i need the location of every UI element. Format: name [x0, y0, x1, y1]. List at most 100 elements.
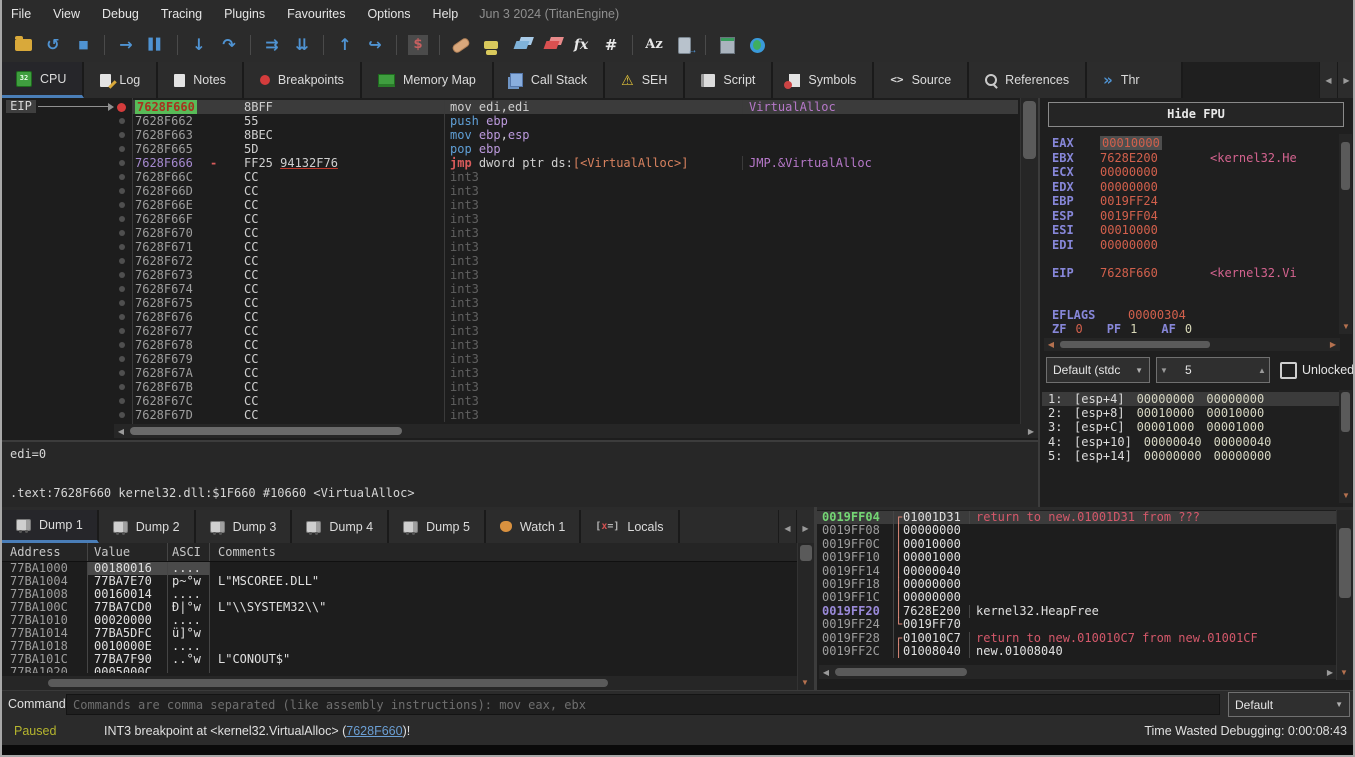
argument-row[interactable]: 5:[esp+14]0000000000000000 [1042, 449, 1340, 463]
open-file-icon[interactable] [8, 28, 38, 62]
disasm-row[interactable]: 7628F67DCCint3 [132, 408, 1018, 422]
register-row[interactable]: EDI00000000 [1052, 238, 1338, 253]
scroll-down-icon[interactable] [798, 676, 812, 689]
tab-locals[interactable]: [x=]Locals [581, 510, 679, 543]
dump-row[interactable]: 77BA100000180016.... [2, 562, 798, 575]
disasm-row[interactable]: 7628F672CCint3 [132, 254, 1018, 268]
stack-row[interactable]: 0019FF2C│01008040new.01008040 [817, 645, 1337, 658]
disasm-row[interactable]: 7628F677CCint3 [132, 324, 1018, 338]
breakpoint-dot[interactable] [119, 370, 125, 376]
scrollbar-thumb[interactable] [1060, 341, 1210, 348]
scroll-right-icon[interactable] [1323, 666, 1337, 679]
tab-scroll-right-button[interactable] [1337, 62, 1355, 98]
tab-log[interactable]: Log [84, 62, 158, 98]
tab-dump-1[interactable]: Dump 1 [2, 510, 99, 543]
menu-item-view[interactable]: View [42, 0, 91, 28]
breakpoint-dot[interactable] [119, 342, 125, 348]
disasm-row[interactable]: 7628F67ACCint3 [132, 366, 1018, 380]
argument-row[interactable]: 1:[esp+4]0000000000000000 [1042, 392, 1340, 406]
disasm-row[interactable]: 7628F676CCint3 [132, 310, 1018, 324]
step-out-icon[interactable]: ↑ [330, 28, 360, 62]
breakpoint-dot[interactable] [119, 384, 125, 390]
disasm-row[interactable]: 7628F674CCint3 [132, 282, 1018, 296]
breakpoint-address-link[interactable]: 7628F660 [346, 724, 402, 738]
menu-item-options[interactable]: Options [356, 0, 421, 28]
breakpoint-dot[interactable] [119, 244, 125, 250]
tab-breakpoints[interactable]: Breakpoints [244, 62, 362, 98]
tab-notes[interactable]: Notes [158, 62, 244, 98]
tab-cpu[interactable]: 32CPU [0, 62, 84, 98]
scrollbar-thumb[interactable] [800, 545, 812, 561]
register-row[interactable]: EIP7628F660<kernel32.Vi [1052, 266, 1338, 281]
argument-count-spinner[interactable]: 5 [1156, 357, 1270, 383]
breakpoint-dot[interactable] [119, 146, 125, 152]
breakpoint-dot[interactable] [119, 188, 125, 194]
register-row[interactable]: ESP0019FF04 [1052, 209, 1338, 224]
flags-row[interactable]: ZF0PF1AF0 [1052, 322, 1338, 337]
scrollbar-thumb[interactable] [1023, 101, 1036, 159]
breakpoint-dot[interactable] [119, 202, 125, 208]
tab-memory-map[interactable]: Memory Map [362, 62, 494, 98]
stack-row[interactable]: 0019FF1C│00000000 [817, 591, 1337, 604]
disasm-row[interactable]: 7628F6638BECmov ebp,esp [132, 128, 1018, 142]
scrollbar-thumb[interactable] [1341, 392, 1350, 432]
disasm-row[interactable]: 7628F66CCCint3 [132, 170, 1018, 184]
breakpoint-dot[interactable] [119, 398, 125, 404]
menu-item-file[interactable]: File [0, 0, 42, 28]
menu-item-favourites[interactable]: Favourites [276, 0, 356, 28]
dump-row[interactable]: 77BA100800160014.... [2, 588, 798, 601]
step-over-icon[interactable]: ↷ [214, 28, 244, 62]
breakpoint-dot[interactable] [119, 286, 125, 292]
case-icon[interactable]: Az [639, 28, 669, 62]
stack-row[interactable]: 0019FF28┌010010C7return to new.010010C7 … [817, 632, 1337, 645]
calling-convention-combo[interactable]: Default (stdc [1046, 357, 1150, 383]
scroll-down-icon[interactable] [1339, 320, 1353, 333]
stack-row[interactable]: 0019FF24└0019FF70 [817, 618, 1337, 631]
calculator-icon[interactable] [712, 28, 742, 62]
breakpoint-dot[interactable] [119, 258, 125, 264]
disasm-row[interactable]: 7628F67BCCint3 [132, 380, 1018, 394]
dump-horizontal-scrollbar[interactable] [2, 676, 798, 690]
register-row[interactable]: ECX00000000 [1052, 165, 1338, 180]
restart-icon[interactable]: ↺ [38, 28, 68, 62]
stack-vertical-scrollbar[interactable] [1336, 510, 1353, 680]
register-row[interactable]: EBX7628E200<kernel32.He [1052, 151, 1338, 166]
disasm-row[interactable]: 7628F6655Dpop ebp [132, 142, 1018, 156]
scroll-left-icon[interactable] [1044, 338, 1058, 351]
tab-dump-4[interactable]: Dump 4 [292, 510, 389, 543]
spin-up-icon[interactable] [1255, 364, 1269, 377]
dump-row[interactable]: 77BA101477BA5DFCü]°w [2, 627, 798, 640]
patches-icon[interactable] [446, 28, 476, 62]
breakpoint-dot[interactable] [119, 314, 125, 320]
menu-item-help[interactable]: Help [422, 0, 470, 28]
register-row[interactable]: EAX00010000 [1052, 136, 1338, 151]
scrollbar-thumb[interactable] [1341, 142, 1350, 190]
globe-icon[interactable] [742, 28, 772, 62]
disasm-row[interactable]: 7628F675CCint3 [132, 296, 1018, 310]
disasm-vertical-scrollbar[interactable] [1020, 98, 1038, 424]
breakpoint-dot[interactable] [119, 300, 125, 306]
scroll-left-icon[interactable] [819, 666, 833, 679]
breakpoint-dot[interactable] [119, 328, 125, 334]
disassembly-panel[interactable]: EIP 7628F6608BFFmov edi,ediVirtualAlloc7… [2, 98, 1038, 507]
disasm-row[interactable]: 7628F666-FF25 94132F76jmp dword ptr ds:[… [132, 156, 1018, 170]
tab-script[interactable]: Script [685, 62, 773, 98]
column-header[interactable]: Address [2, 543, 88, 561]
disasm-horizontal-scrollbar[interactable] [114, 424, 1038, 438]
run-icon[interactable]: → [111, 28, 141, 62]
argument-row[interactable]: 3:[esp+C]0000100000001000 [1042, 420, 1340, 434]
animate-into-icon[interactable]: ⇉ [257, 28, 287, 62]
tab-dump-3[interactable]: Dump 3 [196, 510, 293, 543]
scroll-left-icon[interactable] [114, 425, 128, 438]
bookmarks-icon[interactable] [536, 28, 566, 62]
column-header[interactable]: Value [88, 543, 168, 561]
tab-scroll-left-button[interactable] [1319, 62, 1337, 98]
command-input[interactable] [66, 694, 1220, 715]
tab-scroll-left-button[interactable] [778, 510, 796, 543]
disasm-row[interactable]: 7628F679CCint3 [132, 352, 1018, 366]
breakpoint-dot[interactable] [119, 216, 125, 222]
disasm-row[interactable]: 7628F671CCint3 [132, 240, 1018, 254]
dump-row[interactable]: 77BA100477BA7E70p~°wL"MSCOREE.DLL" [2, 575, 798, 588]
register-row[interactable]: EFLAGS00000304 [1052, 308, 1338, 323]
hide-fpu-button[interactable]: Hide FPU [1048, 102, 1344, 127]
